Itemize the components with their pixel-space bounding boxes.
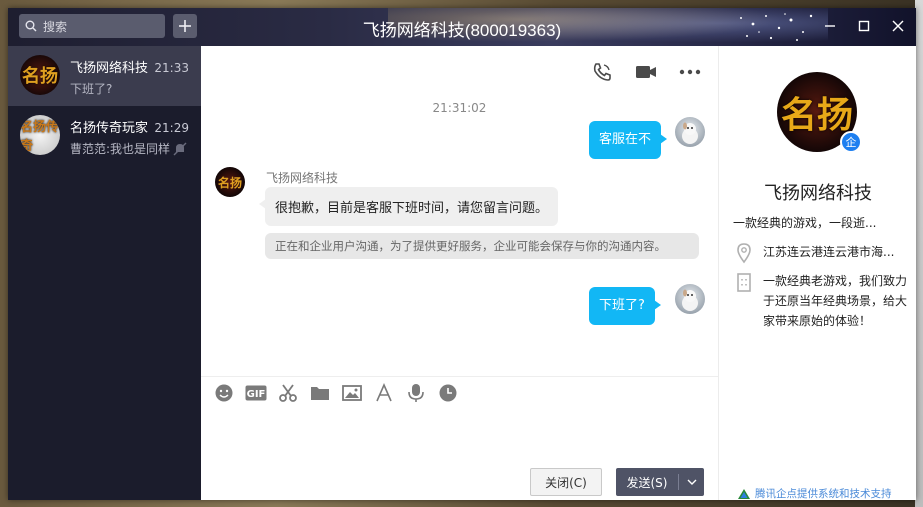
scissors-icon [279,384,297,402]
close-chat-button[interactable]: 关闭(C) [530,468,602,496]
image-button[interactable] [341,382,363,404]
sender-name: 飞扬网络科技 [266,171,339,185]
my-avatar [675,117,705,147]
maximize-button[interactable] [854,16,874,36]
maximize-icon [858,20,870,32]
tencent-qidian-logo-icon [738,488,750,499]
window-title: 飞扬网络科技(800019363) [362,21,562,40]
window-controls [820,16,908,36]
folder-icon [311,387,329,400]
description-text: 一款经典老游戏，我们致力于还原当年经典场景，给大家带来原始的体验！ [763,274,908,328]
history-button[interactable] [437,382,459,404]
dog-avatar-icon [682,122,698,144]
avatar-logo-text: 名扬 [217,175,242,190]
minimize-icon [825,25,835,27]
provider-footer: 腾讯企点提供系统和技术支持 [737,486,892,500]
message-timestamp: 21:31:02 [432,101,487,115]
chat-actions [590,60,702,84]
incoming-message[interactable]: 很抱歉，目前是客服下班时间，请您留言问题。 [258,187,559,226]
voice-message-button[interactable] [405,382,427,404]
conversation-item[interactable]: 名扬传奇 名扬传奇玩家 曹范范:我也是同样 21:29 [8,106,201,166]
font-button[interactable] [373,382,395,404]
mute-bell-icon [173,142,187,156]
composer-toolbar: GIF [213,382,459,404]
profile-signature: 一款经典的游戏，一段逝... [733,216,877,230]
emoji-icon [215,384,233,402]
verified-enterprise-badge: 企 [840,131,862,153]
outgoing-message[interactable]: 下班了? [589,287,661,325]
title-bar[interactable]: 搜索 飞扬网络科技(800019363) [8,8,916,46]
profile-name: 飞扬网络科技 [764,183,872,204]
video-call-button[interactable] [634,60,658,84]
screenshot-button[interactable] [277,382,299,404]
conversation-item[interactable]: 名扬 飞扬网络科技 下班了? 21:33 [8,46,201,106]
close-window-button[interactable] [888,16,908,36]
my-avatar [675,284,705,314]
profile-panel: 名扬 企 飞扬网络科技 一款经典的游戏，一段逝... 江苏连云港连云港市海...… [718,46,916,500]
conversation-time: 21:33 [154,61,189,75]
voice-call-button[interactable] [590,60,614,84]
system-notice: 正在和企业用户沟通，为了提供更好服务，企业可能会保存与你的沟通内容。 [265,233,699,259]
chevron-down-icon [687,479,696,485]
more-options-button[interactable] [678,60,702,84]
description-row: 一款经典老游戏，我们致力于还原当年经典场景，给大家带来原始的体验！ [733,271,909,331]
avatar-logo-text: 名扬传奇 [20,120,60,154]
send-options-button[interactable] [679,479,704,485]
phone-icon [593,63,611,81]
image-icon [342,385,362,401]
minimize-button[interactable] [820,16,840,36]
chat-window: 搜索 飞扬网络科技(800019363) 名扬 飞扬网络科技 下班了? 21:3… [8,8,916,500]
emoji-button[interactable] [213,382,235,404]
outgoing-message[interactable]: 客服在不 [589,121,668,159]
chat-panel: 21:31:02 客服在不 名扬 飞扬网络科技 很抱歉，目前是客服下班时间，请您… [201,46,718,500]
send-label: 发送(S) [626,475,668,490]
gif-label: GIF [247,389,266,400]
close-icon [892,20,904,32]
avatar-logo-text: 名扬 [22,66,58,87]
desktop-edge [915,0,923,507]
more-dots-icon [679,69,701,75]
font-icon [376,383,392,402]
file-button[interactable] [309,382,331,404]
dog-avatar-icon [682,289,698,311]
send-button[interactable]: 发送(S) [616,468,704,496]
sender-avatar: 名扬 [215,167,245,197]
clock-icon [439,384,457,402]
address-text: 江苏连云港连云港市海... [763,245,895,259]
provider-text: 腾讯企点提供系统和技术支持 [755,488,892,500]
avatar: 名扬传奇 [20,115,60,155]
address-row: 江苏连云港连云港市海... [733,242,909,264]
avatar-logo-text: 名扬 [780,94,853,136]
conversation-preview: 曹范范:我也是同样 [70,142,171,156]
gif-button[interactable]: GIF [245,382,267,404]
avatar: 名扬 [20,55,60,95]
composer-divider [201,376,718,377]
location-pin-icon [737,243,751,264]
microphone-icon [408,384,424,402]
gif-icon: GIF [245,385,267,401]
conversation-preview: 下班了? [70,82,113,96]
building-icon [737,273,751,292]
conversation-time: 21:29 [154,121,189,135]
video-camera-icon [636,66,656,78]
conversation-list: 名扬 飞扬网络科技 下班了? 21:33 名扬传奇 名扬传奇玩家 曹范范:我也是… [8,46,201,500]
